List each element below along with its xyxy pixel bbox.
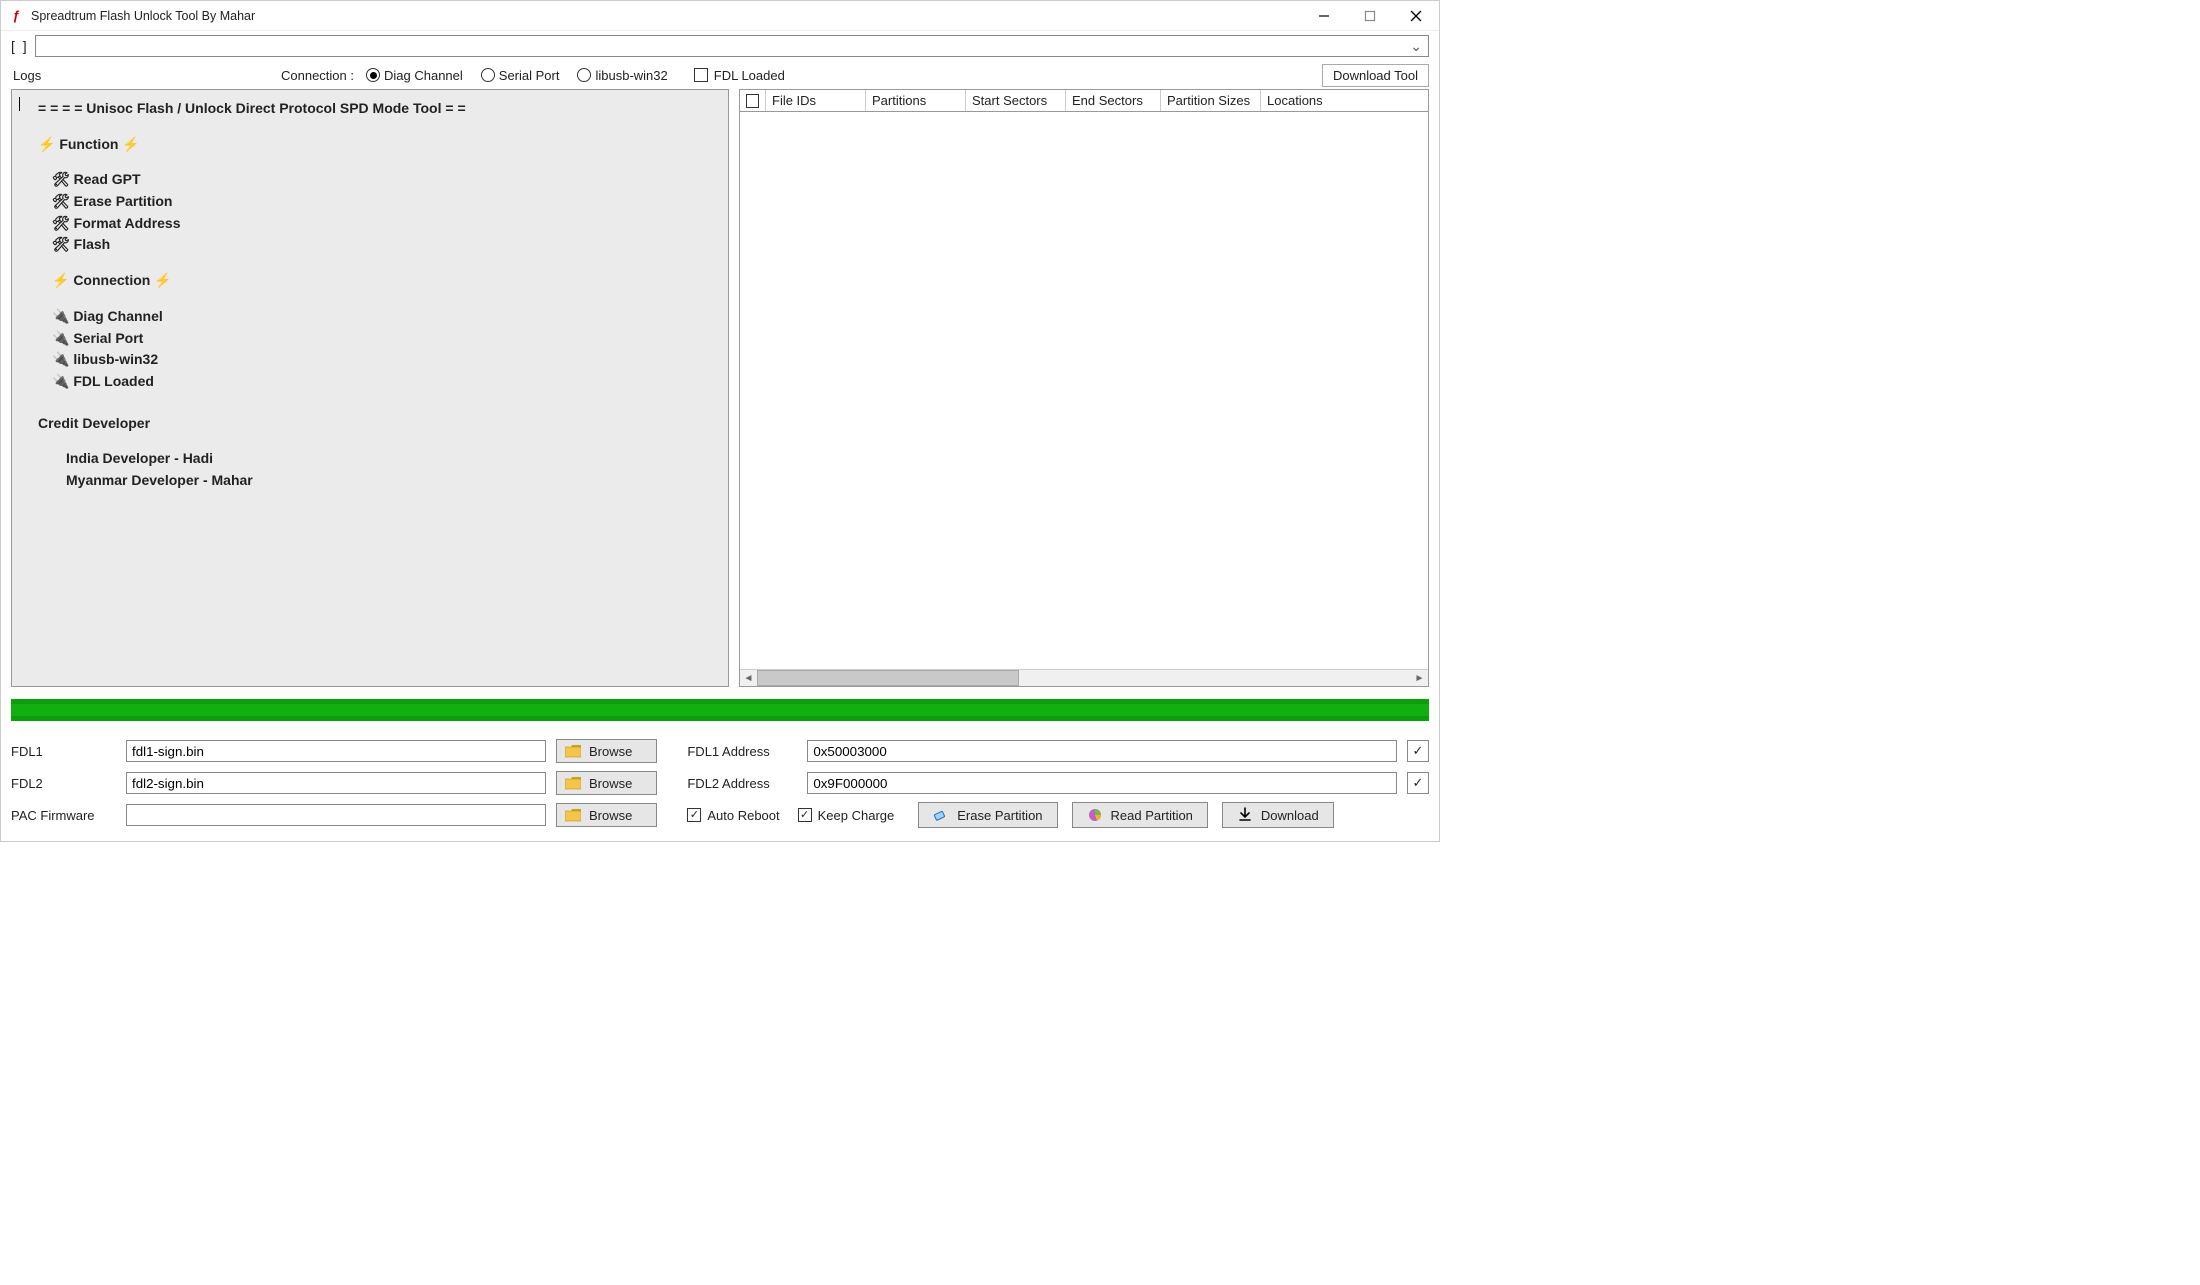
pac-path-input[interactable] bbox=[126, 804, 546, 826]
toolbar-row: Logs Connection : Diag Channel Serial Po… bbox=[1, 61, 1439, 89]
th-partition-sizes[interactable]: Partition Sizes bbox=[1161, 90, 1261, 111]
table-header: File IDs Partitions Start Sectors End Se… bbox=[740, 90, 1428, 112]
fdl1-browse-button[interactable]: Browse bbox=[556, 739, 657, 763]
log-line: 🛠 Format Address bbox=[52, 213, 714, 235]
button-label: Download Tool bbox=[1333, 68, 1418, 83]
window-title: Spreadtrum Flash Unlock Tool By Mahar bbox=[31, 9, 1301, 23]
folder-icon bbox=[565, 777, 581, 790]
app-icon: ƒ bbox=[9, 9, 23, 23]
chevron-down-icon: ⌄ bbox=[1410, 38, 1422, 55]
horizontal-scrollbar[interactable]: ◄ ► bbox=[740, 669, 1428, 686]
maximize-button[interactable] bbox=[1347, 1, 1393, 31]
close-icon bbox=[1410, 10, 1422, 22]
radio-serial-port[interactable]: Serial Port bbox=[481, 68, 560, 83]
log-line: Myanmar Developer - Mahar bbox=[66, 470, 714, 492]
scroll-left-icon[interactable]: ◄ bbox=[740, 670, 757, 687]
radio-label: libusb-win32 bbox=[595, 68, 667, 83]
button-label: Download bbox=[1261, 808, 1319, 823]
radio-label: Serial Port bbox=[499, 68, 560, 83]
fdl2-path-input[interactable] bbox=[126, 772, 546, 794]
minimize-icon bbox=[1318, 10, 1330, 22]
download-icon bbox=[1237, 807, 1253, 823]
read-partition-button[interactable]: Read Partition bbox=[1072, 802, 1208, 828]
scroll-right-icon[interactable]: ► bbox=[1411, 670, 1428, 687]
log-line: India Developer - Hadi bbox=[66, 448, 714, 470]
fdl1-addr-label: FDL1 Address bbox=[687, 744, 797, 759]
checkbox-icon bbox=[687, 808, 701, 822]
top-brackets: [ ] bbox=[11, 38, 29, 54]
checkbox-label: FDL Loaded bbox=[714, 68, 785, 83]
radio-libusb[interactable]: libusb-win32 bbox=[577, 68, 667, 83]
pie-icon bbox=[1087, 807, 1103, 823]
download-button[interactable]: Download bbox=[1222, 802, 1334, 828]
titlebar: ƒ Spreadtrum Flash Unlock Tool By Mahar bbox=[1, 1, 1439, 31]
fdl1-path-input[interactable] bbox=[126, 740, 546, 762]
log-credit-header: Credit Developer bbox=[38, 413, 714, 435]
th-end-sectors[interactable]: End Sectors bbox=[1066, 90, 1161, 111]
checkbox-label: Keep Charge bbox=[818, 808, 895, 823]
th-start-sectors[interactable]: Start Sectors bbox=[966, 90, 1066, 111]
log-header: = = = = Unisoc Flash / Unlock Direct Pro… bbox=[38, 98, 714, 120]
top-dropdown[interactable]: ⌄ bbox=[35, 35, 1429, 57]
pac-browse-button[interactable]: Browse bbox=[556, 803, 657, 827]
radio-label: Diag Channel bbox=[384, 68, 463, 83]
log-line: 🔌 Diag Channel bbox=[52, 306, 714, 328]
log-line: 🔌 Serial Port bbox=[52, 328, 714, 350]
log-line: 🛠 Flash bbox=[52, 234, 714, 256]
download-tool-button[interactable]: Download Tool bbox=[1322, 64, 1429, 87]
logs-label: Logs bbox=[11, 68, 281, 83]
checkbox-icon bbox=[798, 808, 812, 822]
button-label: Browse bbox=[589, 744, 632, 759]
fdl2-addr-label: FDL2 Address bbox=[687, 776, 797, 791]
folder-icon bbox=[565, 809, 581, 822]
checkbox-label: Auto Reboot bbox=[707, 808, 779, 823]
button-label: Browse bbox=[589, 808, 632, 823]
pac-label: PAC Firmware bbox=[11, 808, 116, 823]
fdl2-label: FDL2 bbox=[11, 776, 116, 791]
fdl1-addr-input[interactable] bbox=[807, 740, 1397, 762]
fdl1-enable-checkbox[interactable]: ✓ bbox=[1407, 740, 1429, 762]
erase-partition-button[interactable]: Erase Partition bbox=[918, 802, 1057, 828]
th-partitions[interactable]: Partitions bbox=[866, 90, 966, 111]
partition-table: File IDs Partitions Start Sectors End Se… bbox=[739, 89, 1429, 687]
maximize-icon bbox=[1364, 10, 1376, 22]
radio-icon bbox=[481, 68, 495, 82]
th-file-ids[interactable]: File IDs bbox=[766, 90, 866, 111]
close-button[interactable] bbox=[1393, 1, 1439, 31]
fdl1-label: FDL1 bbox=[11, 744, 116, 759]
connection-label: Connection : bbox=[281, 68, 354, 83]
progress-bar bbox=[11, 699, 1429, 721]
keep-charge-checkbox[interactable]: Keep Charge bbox=[798, 808, 895, 823]
th-locations[interactable]: Locations bbox=[1261, 90, 1428, 111]
minimize-button[interactable] bbox=[1301, 1, 1347, 31]
fdl2-enable-checkbox[interactable]: ✓ bbox=[1407, 772, 1429, 794]
form-area: FDL1 Browse FDL1 Address ✓ FDL2 Browse F… bbox=[1, 731, 1439, 841]
table-body bbox=[740, 112, 1428, 669]
fdl2-addr-input[interactable] bbox=[807, 772, 1397, 794]
folder-icon bbox=[565, 745, 581, 758]
radio-diag-channel[interactable]: Diag Channel bbox=[366, 68, 463, 83]
auto-reboot-checkbox[interactable]: Auto Reboot bbox=[687, 808, 779, 823]
button-label: Erase Partition bbox=[957, 808, 1042, 823]
top-combo-row: [ ] ⌄ bbox=[1, 31, 1439, 61]
log-line: 🔌 FDL Loaded bbox=[52, 371, 714, 393]
scroll-thumb[interactable] bbox=[757, 670, 1019, 686]
button-label: Browse bbox=[589, 776, 632, 791]
radio-icon bbox=[366, 68, 380, 82]
log-line: 🔌 libusb-win32 bbox=[52, 349, 714, 371]
table-header-checkbox[interactable] bbox=[740, 90, 766, 111]
erase-icon bbox=[933, 807, 949, 823]
radio-icon bbox=[577, 68, 591, 82]
log-line: 🛠 Read GPT bbox=[52, 169, 714, 191]
checkbox-fdl-loaded[interactable]: FDL Loaded bbox=[694, 68, 785, 83]
checkbox-icon bbox=[746, 94, 759, 108]
log-function-header: ⚡ Function ⚡ bbox=[38, 134, 714, 156]
button-label: Read Partition bbox=[1111, 808, 1193, 823]
checkbox-icon bbox=[694, 68, 708, 82]
log-connection-header: ⚡ Connection ⚡ bbox=[52, 270, 714, 292]
log-line: 🛠 Erase Partition bbox=[52, 191, 714, 213]
log-pane[interactable]: = = = = Unisoc Flash / Unlock Direct Pro… bbox=[11, 89, 729, 687]
fdl2-browse-button[interactable]: Browse bbox=[556, 771, 657, 795]
